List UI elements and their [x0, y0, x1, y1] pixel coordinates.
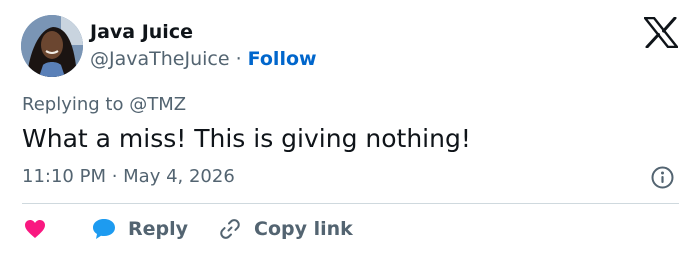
tweet-timestamp[interactable]: 11:10 PM · May 4, 2026 [22, 165, 235, 189]
follow-button[interactable]: Follow [248, 48, 317, 70]
avatar[interactable] [21, 15, 83, 77]
reply-button[interactable]: Reply [92, 218, 188, 240]
info-icon[interactable] [651, 166, 674, 189]
divider [22, 203, 679, 204]
reply-bubble-icon [92, 218, 116, 240]
replying-to[interactable]: Replying to @TMZ [22, 93, 186, 117]
link-icon [218, 217, 242, 241]
author-name[interactable]: Java Juice [90, 20, 193, 44]
author-handle[interactable]: @JavaTheJuice [90, 48, 230, 70]
separator-dot: · [235, 48, 242, 70]
author-handle-line: @JavaTheJuice · Follow [90, 47, 317, 71]
heart-icon[interactable] [24, 219, 46, 239]
reply-label: Reply [128, 218, 189, 240]
action-bar: Reply Copy link [24, 216, 353, 242]
tweet-text: What a miss! This is giving nothing! [22, 124, 471, 153]
copy-link-button[interactable]: Copy link [218, 217, 353, 241]
x-logo-icon[interactable] [643, 16, 679, 49]
avatar-image [21, 15, 83, 77]
copy-link-label: Copy link [254, 218, 353, 240]
